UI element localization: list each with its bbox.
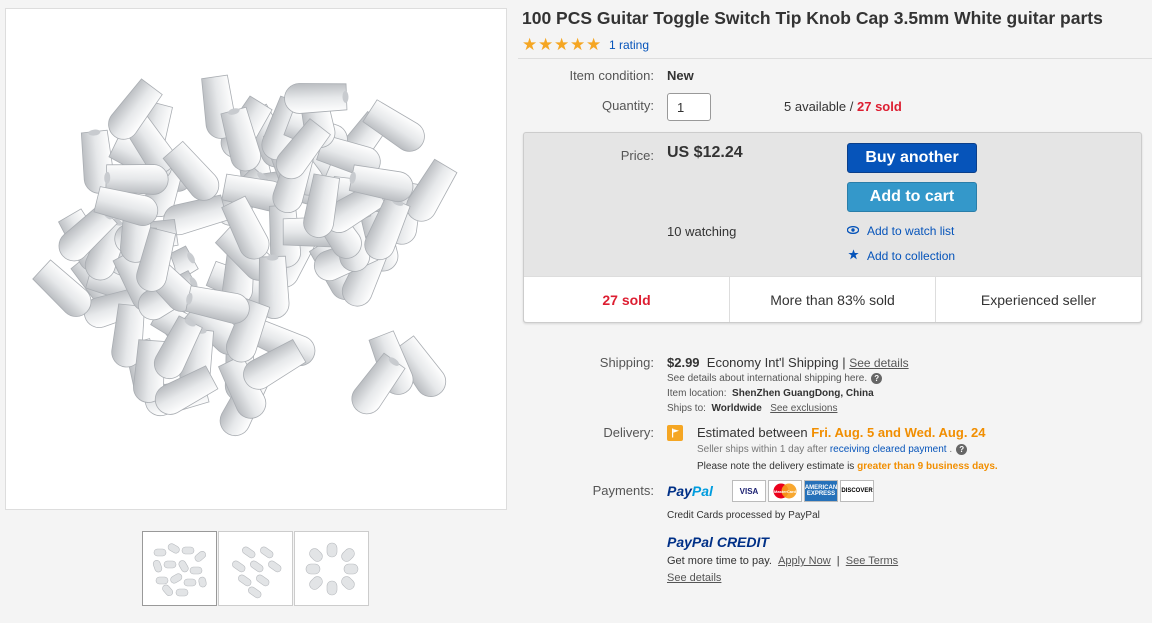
cleared-payment-link[interactable]: receiving cleared payment — [830, 444, 947, 455]
collection-label: Add to collection — [867, 249, 956, 263]
thumbnail-pile-image — [152, 542, 207, 596]
see-exclusions-link[interactable]: See exclusions — [770, 403, 837, 414]
thumbnail-rows-image — [231, 546, 281, 598]
add-to-cart-button[interactable]: Add to cart — [847, 182, 977, 212]
sold-count: 27 sold — [857, 99, 902, 114]
help-icon[interactable]: ? — [956, 444, 968, 455]
available-count: 5 available — [784, 99, 847, 114]
seller-ships-text: Seller ships within 1 day after — [697, 444, 830, 456]
product-title: 100 PCS Guitar Toggle Switch Tip Knob Ca… — [522, 8, 1103, 28]
visa-card-icon: VISA — [732, 480, 766, 502]
intl-shipping-note: See details about international shipping… — [667, 373, 883, 385]
item-location: Item location: ShenZhen GuangDong, China — [667, 388, 874, 399]
item-location-value: ShenZhen GuangDong, China — [732, 388, 874, 399]
quantity-input[interactable] — [667, 93, 711, 121]
paypal-logo: PayPal — [667, 483, 713, 499]
add-to-collection-link[interactable]: Add to collection — [847, 249, 955, 263]
divider — [518, 58, 1152, 59]
mastercard-card-icon: MasterCard — [768, 480, 802, 502]
stat-experienced-seller: Experienced seller — [980, 291, 1097, 308]
ships-to-value: Worldwide — [711, 403, 762, 414]
quantity-label: Quantity: — [601, 98, 654, 113]
amex-card-icon: AMERICAN EXPRESS — [804, 480, 838, 502]
ships-to-label: Ships to: — [667, 403, 706, 414]
star-icon: ★ — [538, 35, 554, 54]
svg-text:MasterCard: MasterCard — [774, 489, 797, 494]
thumbnail-strip — [142, 531, 369, 606]
paypal-credit-logo-paypal: PayPal — [667, 534, 713, 550]
delivery-label: Delivery: — [603, 425, 654, 440]
credit-cards-note: Credit Cards processed by PayPal — [667, 510, 820, 521]
apply-now-link[interactable]: Apply Now — [778, 555, 831, 567]
shipping-line: $2.99 Economy Int'l Shipping | See detai… — [667, 355, 909, 370]
watch-list-label: Add to watch list — [867, 224, 955, 238]
thumbnail-2[interactable] — [218, 531, 293, 606]
thumbnail-circle-image — [305, 542, 358, 595]
paypal-credit-logo: PayPal CREDIT — [667, 534, 769, 550]
delivery-prefix: Estimated between — [697, 425, 812, 440]
shipping-method: Economy Int'l Shipping — [706, 355, 839, 370]
see-terms-link[interactable]: See Terms — [846, 555, 898, 567]
star-icon: ★ — [522, 35, 538, 54]
price-label: Price: — [620, 148, 654, 163]
delivery-estimate: Estimated between Fri. Aug. 5 and Wed. A… — [697, 425, 986, 440]
paypal-see-details-link[interactable]: See details — [667, 572, 721, 584]
shipping-label: Shipping: — [599, 355, 654, 370]
sales-stats: 27 sold More than 83% sold Experienced s… — [524, 276, 1141, 322]
condition-label: Item condition: — [569, 68, 654, 83]
eye-icon — [846, 225, 860, 237]
add-to-watch-list-link[interactable]: Add to watch list — [846, 224, 955, 238]
stat-sold: 27 sold — [524, 277, 730, 322]
item-location-label: Item location: — [667, 388, 727, 399]
main-product-image[interactable] — [5, 8, 507, 510]
star-icon — [847, 249, 859, 263]
buy-another-button[interactable]: Buy another — [847, 143, 977, 173]
condition-value: New — [667, 68, 694, 83]
thumbnail-1[interactable] — [142, 531, 217, 606]
intl-shipping-text: See details about international shipping… — [667, 373, 868, 385]
thumbnail-3[interactable] — [294, 531, 369, 606]
credit-separator: | — [836, 555, 840, 567]
payments-label: Payments: — [592, 483, 654, 498]
cleared-period: . — [946, 444, 953, 456]
shipping-cost: $2.99 — [667, 355, 700, 370]
rating-count-link[interactable]: 1 rating — [609, 38, 649, 52]
shipping-see-details-link[interactable]: See details — [849, 356, 908, 370]
watching-count: 10 watching — [667, 224, 737, 239]
discover-card-icon: DISCOVER — [840, 480, 874, 502]
rating: ★ ★ ★ ★ ★ 1 rating — [522, 35, 649, 54]
star-icon: ★ — [554, 35, 570, 54]
seller-ships-note: Seller ships within 1 day after receivin… — [697, 444, 968, 456]
delivery-note: Please note the delivery estimate is gre… — [697, 461, 998, 472]
price-panel: Price: US $12.24 Buy another Add to cart… — [523, 132, 1142, 323]
ships-to: Ships to: Worldwide See exclusions — [667, 403, 837, 414]
paypal-credit-line: Get more time to pay. Apply Now | See Te… — [667, 555, 898, 567]
delivery-note-text: Please note the delivery estimate is — [697, 461, 858, 472]
card-logos: VISA MasterCard AMERICAN EXPRESS DISCOVE… — [732, 480, 874, 502]
delivery-note-highlight: greater than 9 business days. — [857, 461, 998, 472]
available-separator: / — [846, 99, 857, 114]
shipping-separator: | — [838, 355, 850, 370]
star-icon: ★ — [586, 35, 602, 54]
paypal-logo-pal: Pal — [691, 483, 713, 499]
paypal-logo-pay: Pay — [667, 483, 692, 499]
more-time-text: Get more time to pay. — [667, 555, 772, 567]
paypal-credit-logo-credit: CREDIT — [712, 534, 769, 550]
delivery-dates: Fri. Aug. 5 and Wed. Aug. 24 — [811, 425, 986, 440]
price-value: US $12.24 — [667, 144, 743, 161]
availability: 5 available / 27 sold — [784, 99, 902, 114]
help-icon[interactable]: ? — [871, 373, 883, 384]
flag-icon — [667, 425, 683, 441]
see-details-text: See details — [667, 572, 722, 584]
star-icon: ★ — [570, 35, 586, 54]
white-knob-caps-image — [6, 9, 506, 509]
stat-percent-sold: More than 83% sold — [730, 277, 936, 322]
